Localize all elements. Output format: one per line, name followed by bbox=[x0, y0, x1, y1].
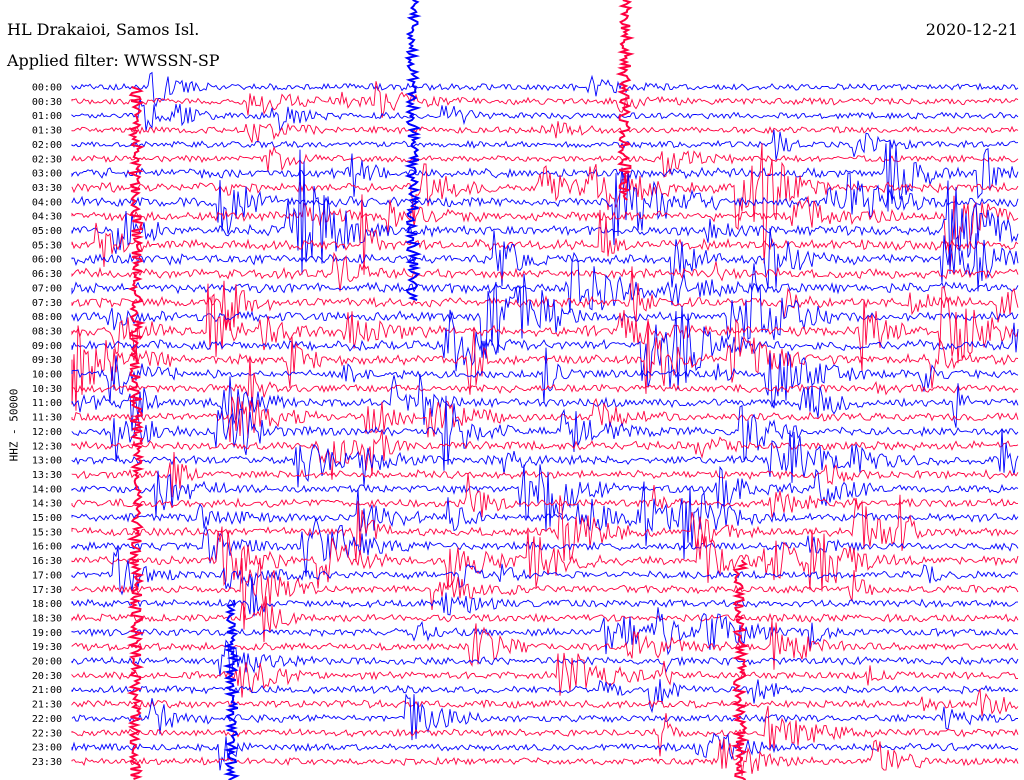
time-tick-label: 08:00 bbox=[32, 312, 62, 323]
event-spike bbox=[730, 559, 750, 780]
time-tick-label: 04:00 bbox=[32, 197, 62, 208]
filter-subtitle: Applied filter: WWSSN-SP bbox=[7, 51, 220, 70]
time-tick-label: 16:00 bbox=[32, 542, 62, 553]
time-tick-label: 12:00 bbox=[32, 427, 62, 438]
seismic-trace bbox=[71, 607, 1019, 656]
seismic-trace bbox=[71, 430, 1019, 480]
seismic-trace bbox=[71, 121, 1019, 143]
seismic-trace bbox=[71, 732, 1019, 771]
time-tick-label: 10:30 bbox=[32, 384, 62, 395]
time-tick-label: 19:00 bbox=[32, 628, 62, 639]
time-tick-label: 07:30 bbox=[32, 298, 62, 309]
time-tick-label: 18:00 bbox=[32, 599, 62, 610]
seismic-trace bbox=[71, 576, 1018, 617]
time-tick-label: 20:30 bbox=[32, 671, 62, 682]
seismic-trace bbox=[71, 639, 1019, 677]
time-tick-label: 22:00 bbox=[32, 714, 62, 725]
seismic-trace bbox=[71, 71, 1019, 108]
time-tick-label: 19:30 bbox=[32, 642, 62, 653]
time-tick-label: 13:00 bbox=[32, 456, 62, 467]
seismic-trace bbox=[71, 251, 1019, 292]
event-spike bbox=[615, 0, 635, 201]
event-spike bbox=[404, 0, 422, 301]
time-tick-label: 17:30 bbox=[32, 585, 62, 596]
time-tick-label: 07:00 bbox=[32, 283, 62, 294]
channel-axis-label: HHZ - 50000 bbox=[7, 388, 21, 462]
time-tick-label: 23:00 bbox=[32, 743, 62, 754]
time-tick-label: 14:30 bbox=[32, 499, 62, 510]
seismic-trace bbox=[71, 129, 1019, 161]
time-tick-label: 09:00 bbox=[32, 341, 62, 352]
helicorder-plot: 00:00 00:30 01:00 01:30 02:00 02:30 03:00 03:30… bbox=[32, 0, 1019, 780]
time-tick-label: 05:30 bbox=[32, 240, 62, 251]
time-tick-label: 11:00 bbox=[32, 398, 62, 409]
seismic-trace bbox=[71, 688, 1019, 717]
time-tick-label: 04:30 bbox=[32, 212, 62, 223]
time-tick-label: 18:30 bbox=[32, 613, 62, 624]
time-tick-label: 15:30 bbox=[32, 527, 62, 538]
seismic-trace bbox=[71, 429, 1019, 488]
time-tick-label: 08:30 bbox=[32, 326, 62, 337]
time-tick-label: 17:00 bbox=[32, 570, 62, 581]
time-tick-label: 00:00 bbox=[32, 83, 62, 94]
time-tick-label: 09:30 bbox=[32, 355, 62, 366]
time-tick-label: 13:30 bbox=[32, 470, 62, 481]
time-tick-label: 23:30 bbox=[32, 757, 62, 768]
time-tick-label: 00:30 bbox=[32, 97, 62, 108]
time-tick-label: 15:00 bbox=[32, 513, 62, 524]
seismic-trace bbox=[71, 547, 1019, 596]
time-tick-label: 01:30 bbox=[32, 126, 62, 137]
time-tick-label: 05:00 bbox=[32, 226, 62, 237]
time-tick-label: 14:00 bbox=[32, 484, 62, 495]
seismic-trace bbox=[71, 516, 1019, 577]
seismic-trace bbox=[71, 98, 1019, 133]
time-tick-label: 20:00 bbox=[32, 657, 62, 668]
record-date: 2020-12-21 bbox=[925, 20, 1018, 39]
seismic-trace bbox=[71, 149, 1019, 275]
time-tick-label: 02:30 bbox=[32, 154, 62, 165]
time-tick-label: 21:30 bbox=[32, 700, 62, 711]
time-tick-label: 02:00 bbox=[32, 140, 62, 151]
time-tick-label: 03:00 bbox=[32, 169, 62, 180]
seismic-trace bbox=[71, 145, 1019, 178]
time-tick-label: 06:30 bbox=[32, 269, 62, 280]
seismic-trace bbox=[71, 140, 1019, 212]
time-tick-label: 11:30 bbox=[32, 413, 62, 424]
time-tick-label: 03:30 bbox=[32, 183, 62, 194]
event-spike bbox=[126, 86, 146, 780]
time-tick-label: 22:30 bbox=[32, 728, 62, 739]
time-tick-label: 10:00 bbox=[32, 370, 62, 381]
seismic-trace bbox=[71, 738, 1019, 776]
seismic-trace bbox=[71, 693, 1018, 741]
seismic-trace bbox=[71, 228, 1019, 292]
seismic-trace bbox=[71, 395, 1019, 471]
time-tick-label: 21:00 bbox=[32, 685, 62, 696]
time-tick-label: 01:00 bbox=[32, 111, 62, 122]
time-tick-label: 16:30 bbox=[32, 556, 62, 567]
time-tick-label: 06:00 bbox=[32, 255, 62, 266]
time-tick-label: 12:30 bbox=[32, 441, 62, 452]
station-title: HL Drakaioi, Samos Isl. bbox=[7, 20, 200, 39]
